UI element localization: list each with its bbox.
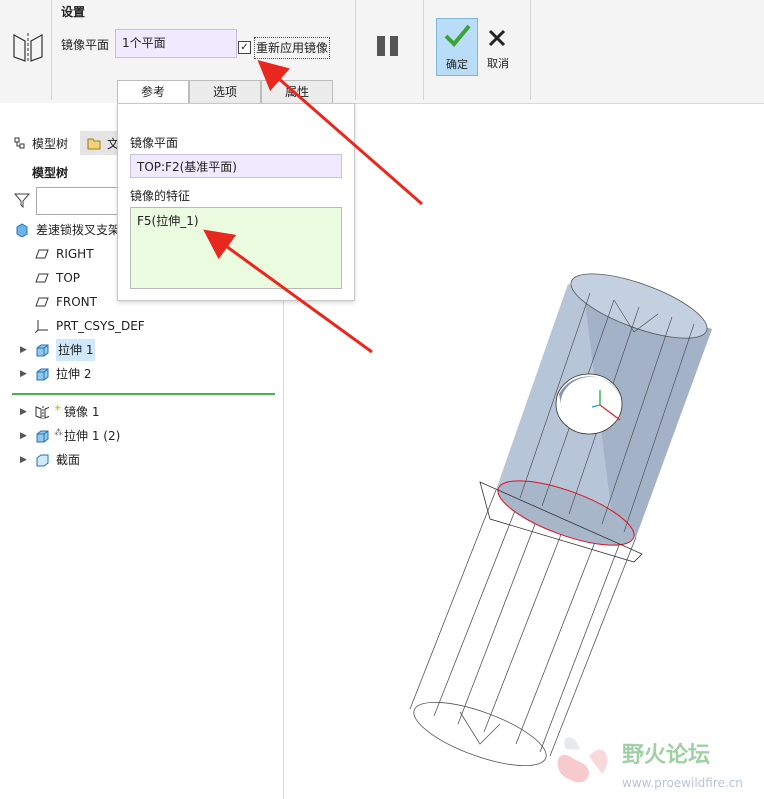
tab-files[interactable]: 文 xyxy=(80,131,120,155)
new-item-marker-icon: ✳ xyxy=(54,404,62,414)
watermark-title: 野火论坛 xyxy=(622,742,710,768)
tree-item-extrude-2[interactable]: ▶ 拉伸 2 xyxy=(0,363,280,385)
extrude-icon xyxy=(36,344,49,357)
tree-item-extrude-1-copy[interactable]: ▶ ⁂ 拉伸 1 (2) xyxy=(0,425,280,447)
mirror-plane-collector[interactable]: 1个平面 xyxy=(115,29,237,58)
mirror-plane-reference-value: TOP:F2(基准平面) xyxy=(137,160,237,174)
tree-search-input[interactable] xyxy=(36,187,128,215)
model-tree-icon xyxy=(14,137,25,149)
csys-icon xyxy=(35,320,48,333)
mirrored-features-collector[interactable]: F5(拉伸_1) xyxy=(130,207,342,289)
expand-arrow-icon[interactable]: ▶ xyxy=(20,339,27,361)
tab-model-tree[interactable]: 模型树 xyxy=(10,131,76,155)
extruded-cylinder xyxy=(479,273,712,563)
tab-references[interactable]: 参考 xyxy=(117,80,189,104)
part-icon xyxy=(16,223,28,237)
reapply-checkbox[interactable]: ✓ xyxy=(238,41,251,54)
mirrored-features-label: 镜像的特征 xyxy=(130,189,191,203)
ok-label: 确定 xyxy=(446,58,468,71)
tree-item-section[interactable]: ▶ 截面 xyxy=(0,449,280,471)
section-icon xyxy=(36,454,49,467)
pause-button[interactable] xyxy=(377,36,401,58)
references-panel: 镜像平面 TOP:F2(基准平面) 镜像的特征 F5(拉伸_1) xyxy=(117,103,355,301)
watermark-logo xyxy=(557,737,608,783)
tab-options[interactable]: 选项 xyxy=(189,80,261,104)
tree-item-mirror-1[interactable]: ▶ ✳ 镜像 1 xyxy=(0,401,280,423)
mirror-plane-reference-field[interactable]: TOP:F2(基准平面) xyxy=(130,154,342,178)
ok-button[interactable]: 确定 xyxy=(436,18,478,76)
mirror-icon xyxy=(35,406,49,419)
datum-plane-icon xyxy=(35,273,49,283)
mirrored-feature-item[interactable]: F5(拉伸_1) xyxy=(137,212,199,229)
cancel-label: 取消 xyxy=(487,57,509,70)
popup-mirror-plane-label: 镜像平面 xyxy=(130,136,179,150)
pause-icon xyxy=(377,36,385,56)
copied-marker-icon: ⁂ xyxy=(54,428,63,438)
tree-item-extrude-1[interactable]: ▶ 拉伸 1 xyxy=(0,339,280,361)
filter-icon[interactable] xyxy=(14,192,30,208)
watermark-url: www.proewildfire.cn xyxy=(622,776,743,790)
mirror-plane-label: 镜像平面 xyxy=(61,38,110,52)
tree-item-csys[interactable]: PRT_CSYS_DEF xyxy=(0,315,280,337)
close-icon xyxy=(488,29,506,47)
expand-arrow-icon[interactable]: ▶ xyxy=(20,449,27,471)
datum-plane-icon xyxy=(35,249,49,259)
reapply-mirror-label[interactable]: 重新应用镜像 xyxy=(254,37,331,59)
tab-properties[interactable]: 属性 xyxy=(261,80,333,104)
folder-icon xyxy=(87,138,101,150)
checkmark-icon xyxy=(444,24,471,47)
insert-here-divider[interactable] xyxy=(12,393,275,395)
cancel-button[interactable]: 取消 xyxy=(482,18,514,74)
mirror-tool-icon xyxy=(13,33,43,62)
expand-arrow-icon[interactable]: ▶ xyxy=(20,425,27,447)
datum-plane-icon xyxy=(35,297,49,307)
extrude-icon xyxy=(36,430,49,443)
mirror-plane-value: 1个平面 xyxy=(122,36,166,50)
extrude-icon xyxy=(36,368,49,381)
settings-title: 设置 xyxy=(61,5,86,19)
graphics-viewport[interactable]: 野火论坛 www.proewildfire.cn xyxy=(284,104,764,799)
expand-arrow-icon[interactable]: ▶ xyxy=(20,363,27,385)
ribbon: 设置 镜像平面 1个平面 ✓ 重新应用镜像 确定 取消 参考 选项 属性 xyxy=(0,0,764,104)
model-tree-title: 模型树 xyxy=(32,166,69,180)
expand-arrow-icon[interactable]: ▶ xyxy=(20,401,27,423)
